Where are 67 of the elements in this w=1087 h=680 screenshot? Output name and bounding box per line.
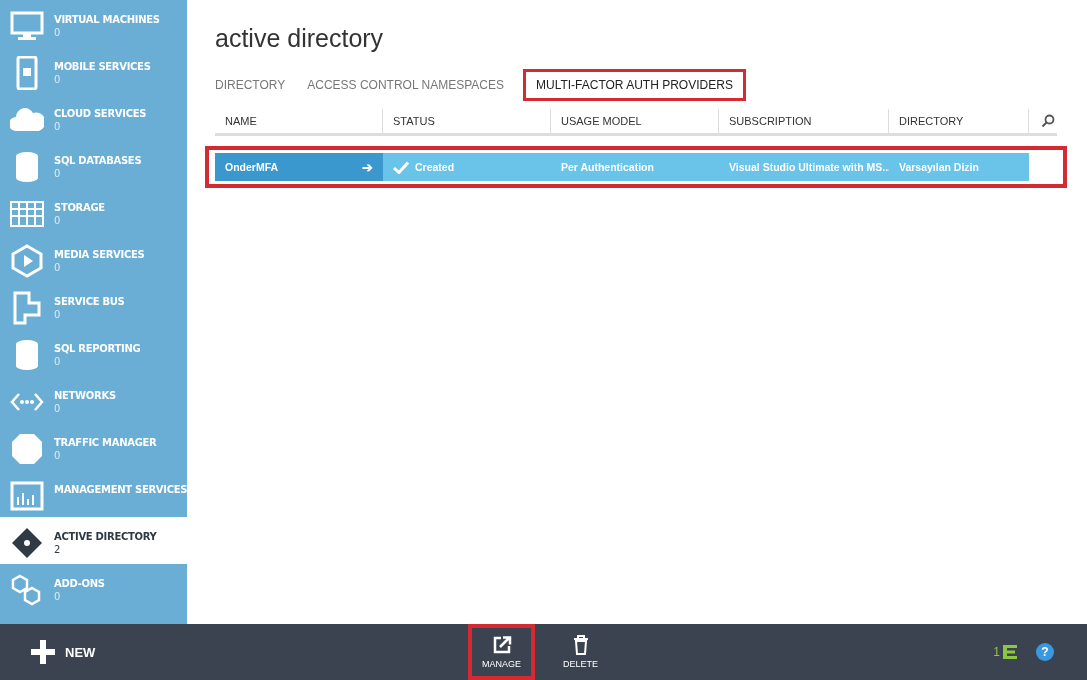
item-count: 0 (54, 215, 62, 226)
table-row[interactable]: OnderMFA ➔ Created Per Authentication Visual Studio Ultimate with MS... Varsayılan Dizin (205, 146, 1067, 188)
search-icon[interactable] (1041, 114, 1055, 128)
delete-button[interactable]: DELETE (549, 624, 613, 680)
monitor-icon (10, 9, 44, 43)
checkmark-icon (393, 160, 409, 174)
table-cell: Varsayılan Dizin (899, 161, 979, 173)
sidebar-item[interactable]: MOBILE SERVICES 0 (0, 47, 187, 94)
help-button[interactable]: ? (1036, 643, 1054, 661)
trash-icon (572, 635, 589, 655)
sidebar-item[interactable]: ACTIVE DIRECTORY 2 (0, 517, 187, 564)
notification-count[interactable]: 1 (993, 645, 1000, 659)
sidebar-item-label: ADD-ONS (54, 578, 105, 589)
item-count: 0 (54, 27, 62, 38)
sidebar-item-label: MANAGEMENT SERVICES (54, 484, 187, 495)
diamond-icon (10, 526, 44, 560)
sidebar-item-label: VIRTUAL MACHINES (54, 14, 160, 25)
list-icon[interactable] (1002, 644, 1018, 660)
page-title: active directory (215, 24, 385, 53)
sidebar-item-label: SQL REPORTING (54, 343, 141, 354)
plus-icon (31, 640, 55, 664)
sidebar-item[interactable]: CLOUD SERVICES 0 (0, 94, 187, 141)
item-count: 0 (54, 591, 62, 602)
sidebar-item-label: MEDIA SERVICES (54, 249, 145, 260)
play-icon (10, 244, 44, 278)
column-header[interactable]: SUBSCRIPTION (719, 109, 889, 133)
item-count: 0 (54, 74, 62, 85)
column-header[interactable]: DIRECTORY (889, 109, 1029, 133)
sidebar-item-label: SQL DATABASES (54, 155, 142, 166)
sidebar-item-label: TRAFFIC MANAGER (54, 437, 157, 448)
column-header[interactable]: STATUS (383, 109, 551, 133)
item-count: 0 (54, 121, 62, 132)
sidebar-item[interactable]: VIRTUAL MACHINES 0 (0, 0, 187, 47)
item-count: 2 (54, 544, 62, 555)
sidebar-item[interactable]: ADD-ONS 0 (0, 564, 187, 611)
tab[interactable]: MULTI-FACTOR AUTH PROVIDERS (522, 69, 746, 101)
sidebar-item-label: NETWORKS (54, 390, 116, 401)
item-count: 0 (54, 403, 62, 414)
item-count: 0 (54, 168, 62, 179)
table-cell: Visual Studio Ultimate with MS... (729, 161, 891, 173)
item-count: 0 (54, 262, 62, 273)
table-cell: OnderMFA (225, 161, 279, 173)
item-count: 0 (54, 450, 62, 461)
manage-button[interactable]: MANAGE (468, 624, 535, 680)
column-header[interactable]: NAME (215, 109, 383, 133)
sidebar-item[interactable]: STORAGE 0 (0, 188, 187, 235)
sidebar-item-label: ACTIVE DIRECTORY (54, 531, 157, 542)
sidebar-item[interactable]: NETWORKS 0 (0, 376, 187, 423)
sidebar-item[interactable]: MANAGEMENT SERVICES (0, 470, 187, 517)
sidebar-item[interactable]: SQL DATABASES 0 (0, 141, 187, 188)
external-link-icon (491, 635, 512, 655)
item-count: 0 (54, 309, 62, 320)
item-count: 0 (54, 356, 62, 367)
column-header[interactable]: USAGE MODEL (551, 109, 719, 133)
sidebar-item-label: CLOUD SERVICES (54, 108, 147, 119)
new-button[interactable]: NEW (25, 639, 102, 665)
sidebar-item[interactable]: MEDIA SERVICES 0 (0, 235, 187, 282)
dashboard-icon (10, 479, 44, 513)
sidebar-item[interactable]: TRAFFIC MANAGER 0 (0, 423, 187, 470)
table-cell: Per Authentication (561, 161, 654, 173)
sidebar-item-label: STORAGE (54, 202, 105, 213)
sidebar-item[interactable]: SQL REPORTING 0 (0, 329, 187, 376)
sidebar-item-label: SERVICE BUS (54, 296, 125, 307)
table-cell: Created (415, 161, 455, 173)
arrow-icon[interactable]: ➔ (362, 159, 373, 175)
sidebar-item[interactable]: SERVICE BUS 0 (0, 282, 187, 329)
sidebar-item-label: MOBILE SERVICES (54, 61, 151, 72)
